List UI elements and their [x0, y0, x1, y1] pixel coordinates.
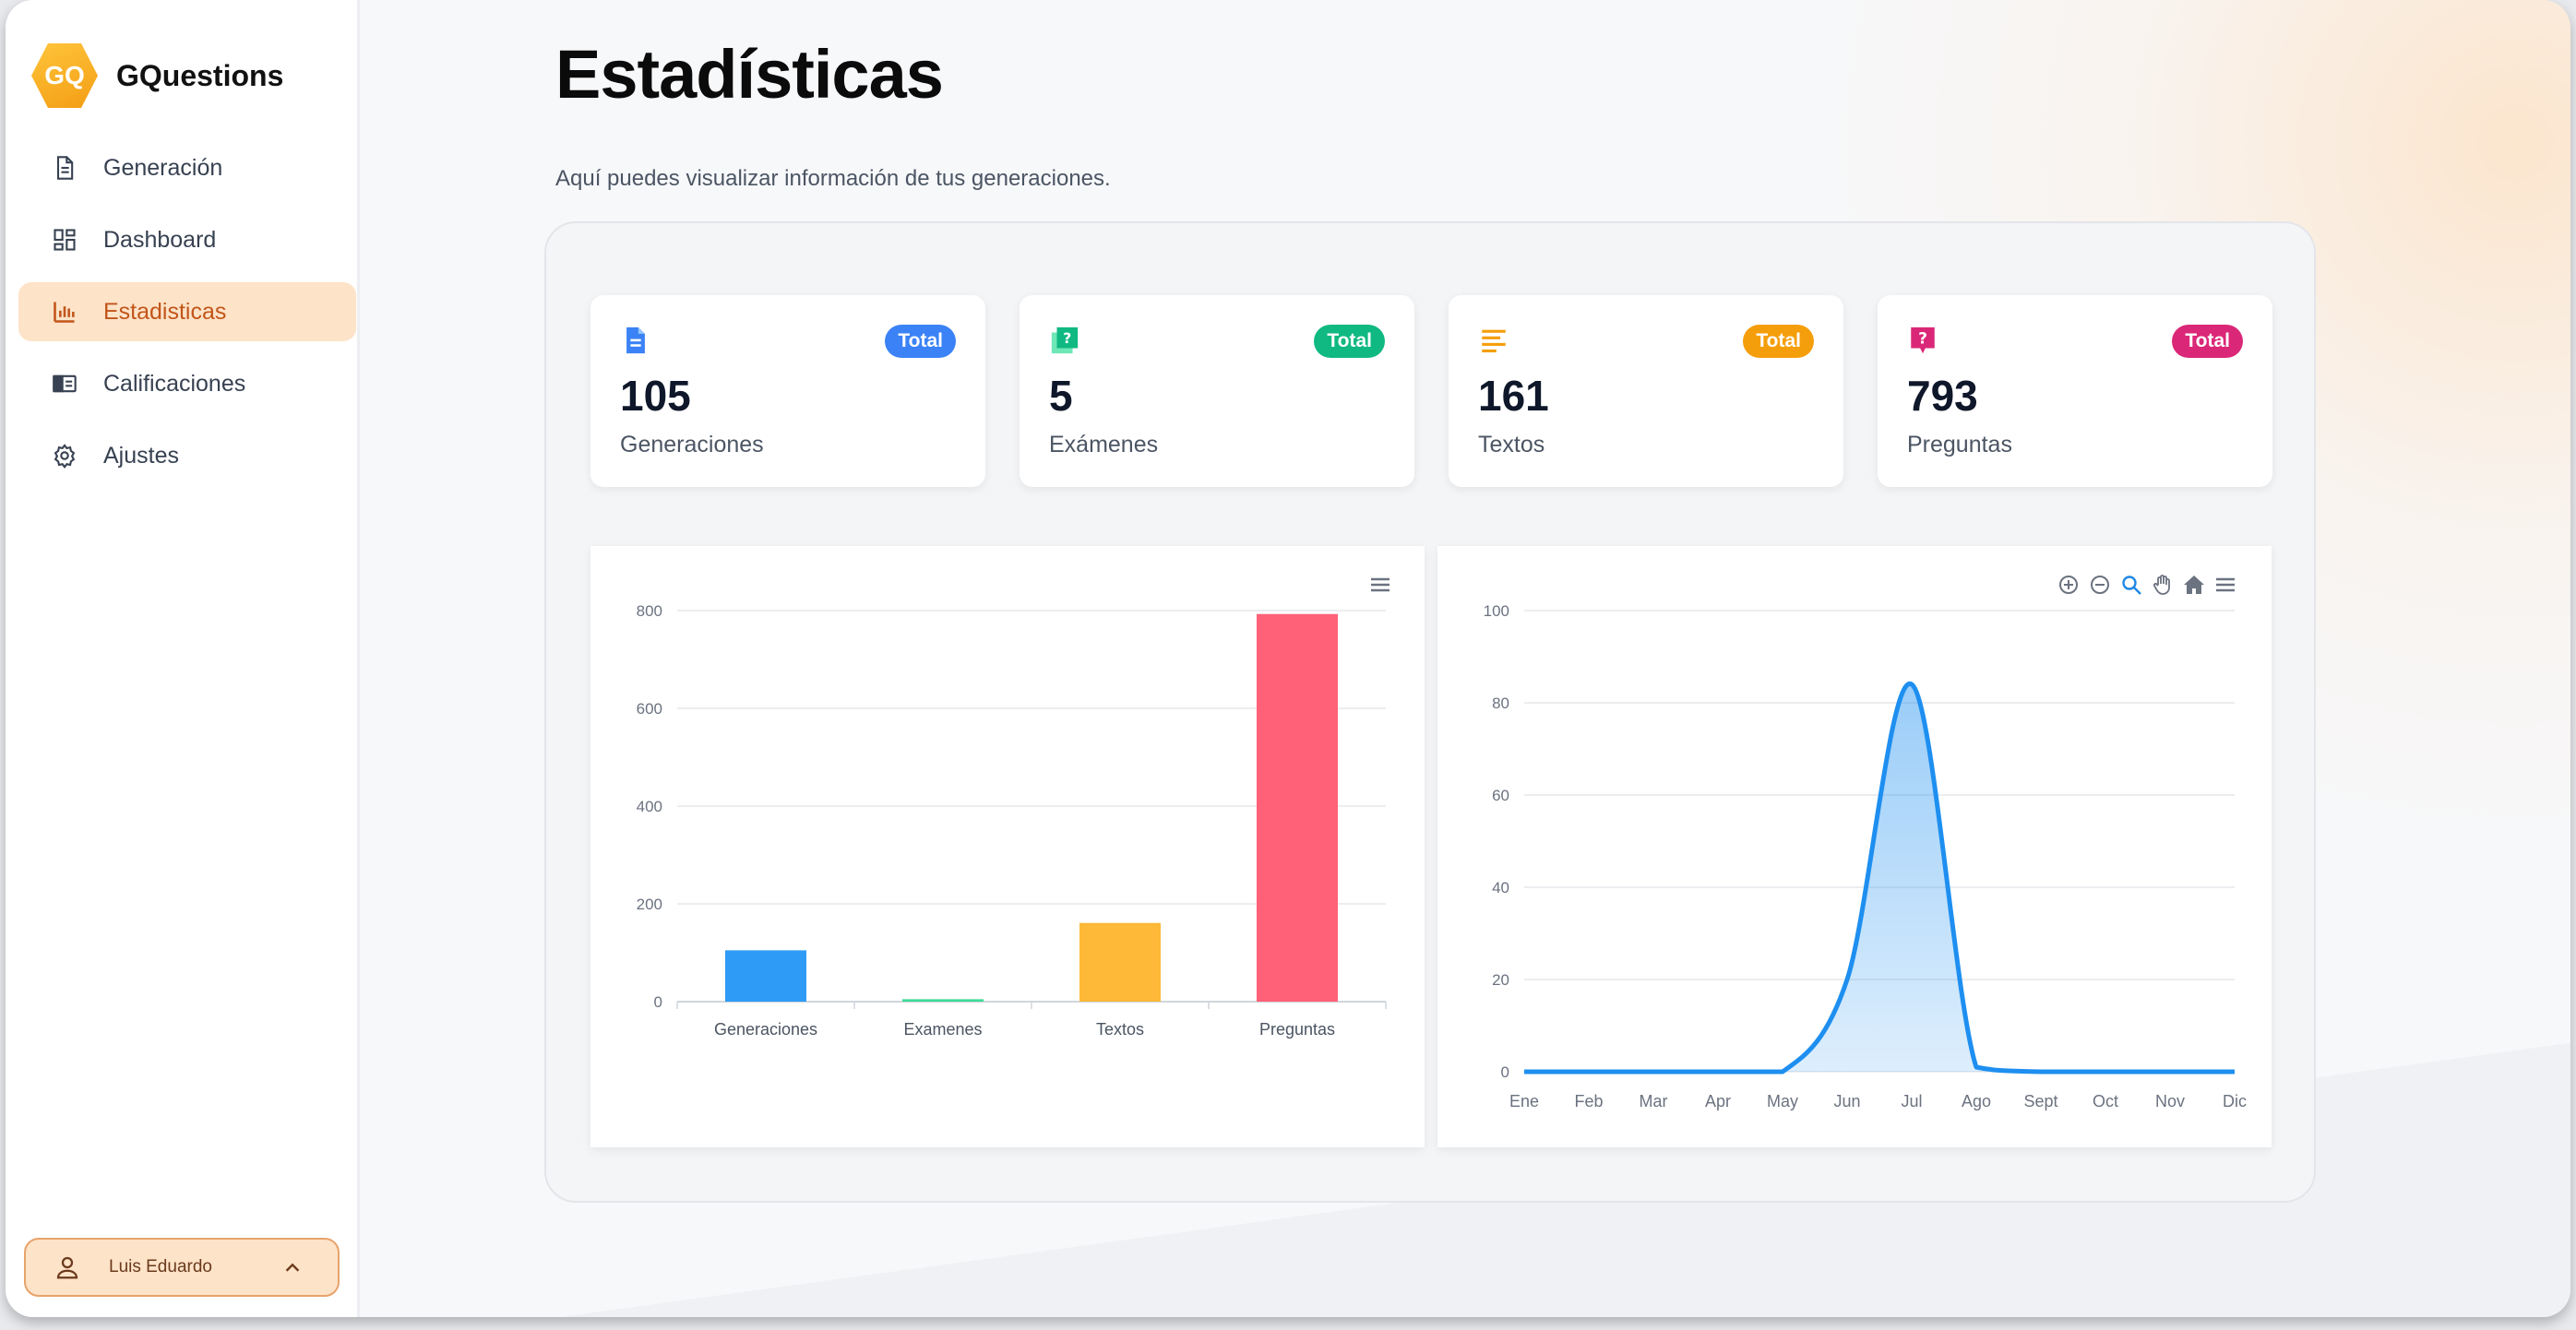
bar-chart-card: 0 200 400 600 800 Generaciones Examenes Textos P…: [590, 546, 1425, 1147]
y-tick-label: 0: [654, 993, 662, 1011]
status-badge: Total: [885, 325, 956, 358]
menu-icon[interactable]: [1369, 574, 1391, 596]
x-tick-label: Jul: [1901, 1092, 1922, 1110]
x-tick-label: Nov: [2155, 1092, 2185, 1110]
x-tick-label: Textos: [1096, 1020, 1144, 1039]
area-fill: [1524, 683, 2235, 1072]
x-tick-label: Apr: [1705, 1092, 1731, 1110]
brand[interactable]: GQ GQuestions: [31, 41, 283, 111]
x-tick-label: Sept: [2023, 1092, 2057, 1110]
sidebar-item-estadisticas[interactable]: Estadisticas: [18, 282, 356, 341]
sidebar-item-label: Estadisticas: [103, 298, 227, 325]
stat-card-examenes: ? Total 5 Exámenes: [1020, 295, 1414, 487]
sidebar-item-generacion[interactable]: Generación: [18, 138, 356, 197]
x-tick-label: Ago: [1962, 1092, 1991, 1110]
stat-label: Generaciones: [620, 432, 764, 457]
sidebar-nav: Generación Dashboard Estadisticas Califi…: [18, 138, 356, 498]
zoom-in-icon[interactable]: [2057, 574, 2080, 596]
user-name: Luis Eduardo: [109, 1257, 212, 1277]
x-tick-label: Oct: [2093, 1092, 2118, 1110]
y-tick-label: 20: [1492, 971, 1509, 989]
exam-icon: ?: [1051, 327, 1079, 354]
grades-icon: [50, 369, 79, 398]
x-tick-label: Feb: [1574, 1092, 1603, 1110]
y-tick-label: 0: [1501, 1063, 1509, 1081]
x-tick-label: Generaciones: [714, 1020, 817, 1039]
zoom-out-icon[interactable]: [2089, 574, 2111, 596]
stat-value: 105: [620, 372, 691, 420]
y-tick-label: 40: [1492, 879, 1509, 897]
sidebar-item-dashboard[interactable]: Dashboard: [18, 210, 356, 269]
gear-icon: [50, 441, 79, 470]
x-tick-label: Examenes: [903, 1020, 982, 1039]
sidebar-item-ajustes[interactable]: Ajustes: [18, 426, 356, 485]
bar: [1257, 613, 1338, 1002]
stat-value: 161: [1478, 372, 1549, 420]
y-tick-label: 600: [637, 700, 662, 718]
text-lines-icon: [1482, 329, 1506, 353]
main-content: Estadísticas Aquí puedes visualizar info…: [360, 0, 2570, 1317]
x-tick-label: Ene: [1509, 1092, 1539, 1110]
stat-value: 793: [1907, 372, 1978, 420]
y-tick-label: 80: [1492, 695, 1509, 712]
home-icon[interactable]: [2183, 574, 2205, 596]
app-name: GQuestions: [116, 58, 284, 92]
app-window: GQ GQuestions Generación Dashboard Estad…: [6, 0, 2570, 1317]
stat-card-preguntas: ? Total 793 Preguntas: [1878, 295, 2272, 487]
y-tick-label: 400: [637, 798, 662, 815]
app-logo: GQ: [31, 43, 98, 108]
stats-panel: Total 105 Generaciones ? Total 5 Exámene…: [544, 221, 2316, 1203]
sidebar-item-label: Ajustes: [103, 442, 179, 469]
sidebar-item-label: Dashboard: [103, 226, 217, 253]
stat-value: 5: [1049, 372, 1073, 420]
stat-label: Preguntas: [1907, 432, 2012, 457]
sidebar: GQ GQuestions Generación Dashboard Estad…: [6, 0, 360, 1317]
svg-text:?: ?: [1063, 330, 1071, 347]
svg-text:?: ?: [1918, 330, 1927, 349]
x-tick-label: May: [1767, 1092, 1798, 1110]
magnifier-icon[interactable]: [2120, 574, 2142, 596]
y-tick-label: 800: [637, 602, 662, 620]
menu-icon[interactable]: [2214, 574, 2236, 596]
sidebar-item-label: Calificaciones: [103, 370, 246, 397]
stat-card-generaciones: Total 105 Generaciones: [590, 295, 985, 487]
x-tick-label: Preguntas: [1259, 1020, 1335, 1039]
x-tick-label: Jun: [1833, 1092, 1860, 1110]
area-chart-card: 0 20 40 60 80 100 Ene Feb Mar Apr May Jun Jul Ago Sept…: [1437, 546, 2272, 1147]
bar-chart-icon: [50, 297, 79, 327]
user-icon: [56, 1256, 78, 1279]
bar: [902, 999, 984, 1002]
status-badge: Total: [2172, 325, 2243, 358]
y-tick-label: 60: [1492, 787, 1509, 804]
bar: [725, 950, 806, 1002]
stat-card-textos: Total 161 Textos: [1449, 295, 1843, 487]
dashboard-icon: [50, 225, 79, 255]
pan-hand-icon[interactable]: [2152, 574, 2174, 596]
question-icon: ?: [1911, 327, 1935, 354]
user-menu-button[interactable]: Luis Eduardo: [24, 1238, 340, 1297]
bar-chart: 0 200 400 600 800 Generaciones Examenes Textos P…: [637, 602, 1387, 1039]
y-tick-label: 100: [1484, 602, 1509, 620]
document-icon: [626, 327, 645, 354]
sidebar-item-calificaciones[interactable]: Calificaciones: [18, 354, 356, 413]
stat-label: Textos: [1478, 432, 1545, 457]
page-subtitle: Aquí puedes visualizar información de tu…: [555, 166, 1111, 191]
area-chart: 0 20 40 60 80 100 Ene Feb Mar Apr May Jun Jul Ago Sept…: [1484, 602, 2247, 1110]
chevron-up-icon: [285, 1263, 300, 1272]
page-title: Estadísticas: [555, 36, 944, 113]
stat-label: Exámenes: [1049, 432, 1159, 457]
bar: [1079, 922, 1161, 1002]
status-badge: Total: [1743, 325, 1814, 358]
x-tick-label: Dic: [2223, 1092, 2247, 1110]
y-tick-label: 200: [637, 896, 662, 913]
status-badge: Total: [1314, 325, 1385, 358]
sidebar-item-label: Generación: [103, 154, 223, 181]
document-icon: [50, 153, 79, 183]
x-tick-label: Mar: [1640, 1092, 1668, 1110]
